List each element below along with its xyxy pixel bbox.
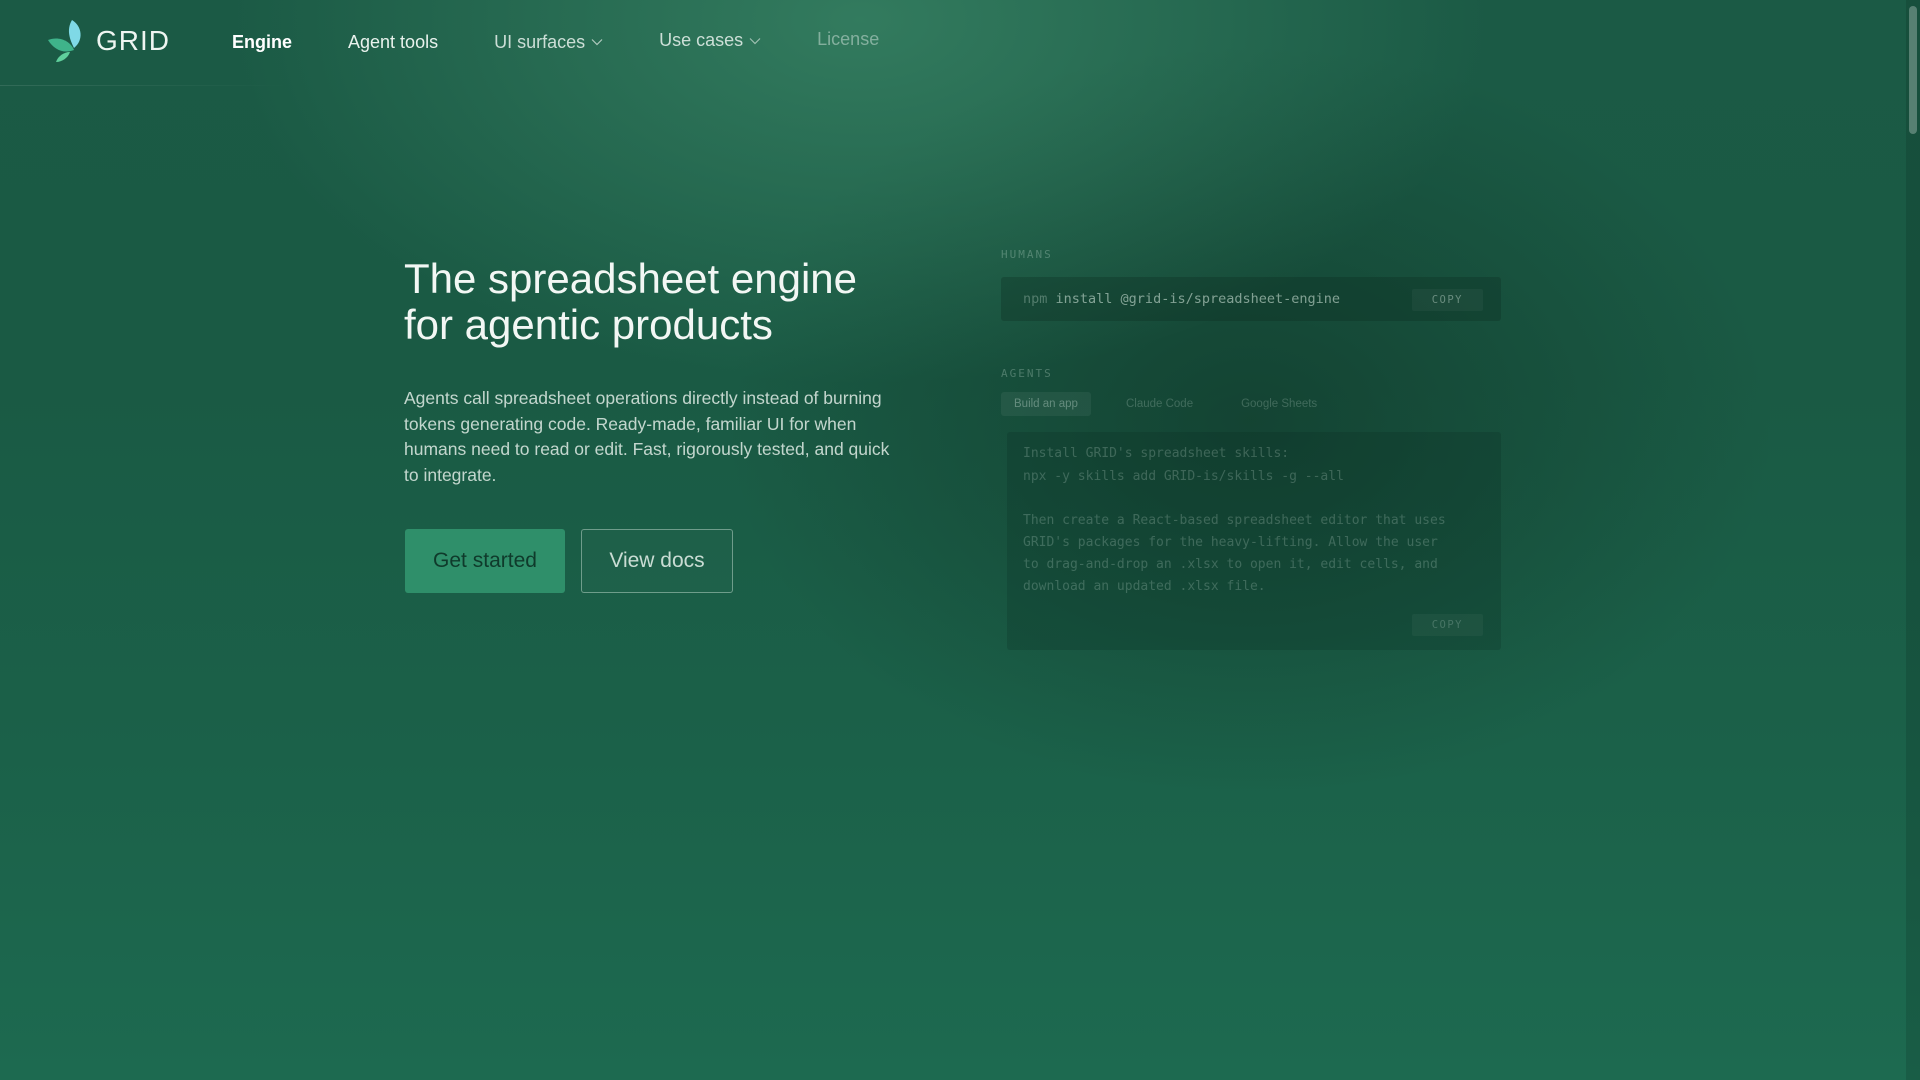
install-command: npm install @grid-is/spreadsheet-engine <box>1023 291 1340 307</box>
agent-tabs: Build an app Claude Code Google Sheets <box>1001 392 1352 416</box>
view-docs-button[interactable]: View docs <box>581 529 733 593</box>
home-logo-link[interactable]: GRID <box>46 18 170 64</box>
nav-item-label: Use cases <box>659 30 744 50</box>
nav-item-use-cases[interactable]: Use cases <box>659 30 761 51</box>
leaf-logo-icon <box>48 20 81 62</box>
nav-item-label: UI surfaces <box>494 31 586 52</box>
header-divider <box>0 85 290 86</box>
command-prefix: npm <box>1023 291 1048 307</box>
prompt-line: download an updated .xlsx file. <box>1023 579 1266 594</box>
nav-item-label: Engine <box>232 31 293 52</box>
hero-title: The spreadsheet engine for agentic produ… <box>404 256 944 348</box>
nav-item-ui-surfaces[interactable]: UI surfaces <box>494 32 603 53</box>
prompt-line: Install GRID's spreadsheet skills: <box>1023 446 1290 461</box>
chevron-down-icon <box>749 37 761 44</box>
chevron-down-icon <box>591 39 603 46</box>
tab-claude-code[interactable]: Claude Code <box>1113 392 1206 416</box>
prompt-line: npx -y skills add GRID-is/skills -g --al… <box>1023 469 1344 484</box>
page-scrollbar[interactable] <box>1906 0 1920 1080</box>
nav-item-label: License <box>817 28 880 49</box>
tab-build-an-app[interactable]: Build an app <box>1001 392 1091 416</box>
hero-title-line1: The spreadsheet engine <box>404 255 857 302</box>
tab-google-sheets[interactable]: Google Sheets <box>1228 392 1330 416</box>
prompt-line: Then create a React-based spreadsheet ed… <box>1023 513 1446 528</box>
nav-item-label: Agent tools <box>348 31 439 52</box>
agents-label: AGENTS <box>1001 367 1053 380</box>
scrollbar-thumb[interactable] <box>1909 6 1917 134</box>
agent-prompt-box: Install GRID's spreadsheet skills: npx -… <box>1007 432 1501 650</box>
humans-label: HUMANS <box>1001 248 1053 261</box>
get-started-button[interactable]: Get started <box>405 529 565 593</box>
copy-prompt-button[interactable]: COPY <box>1411 614 1483 636</box>
brand-name: GRID <box>96 25 170 56</box>
copy-command-button[interactable]: COPY <box>1411 289 1483 311</box>
nav-item-license[interactable]: License <box>817 29 879 50</box>
nav-item-agent-tools[interactable]: Agent tools <box>348 32 438 53</box>
install-command-box: npm install @grid-is/spreadsheet-engine … <box>1001 277 1501 321</box>
hero-description: Agents call spreadsheet operations direc… <box>404 388 890 485</box>
hero-title-line2: for agentic products <box>404 301 773 348</box>
prompt-line: GRID's packages for the heavy-lifting. A… <box>1023 535 1438 550</box>
command-text: install @grid-is/spreadsheet-engine <box>1055 291 1341 307</box>
nav-item-engine[interactable]: Engine <box>232 32 292 53</box>
main-nav: Engine Agent tools UI surfaces Use cases… <box>232 0 935 84</box>
prompt-line: to drag-and-drop an .xlsx to open it, ed… <box>1023 557 1438 572</box>
